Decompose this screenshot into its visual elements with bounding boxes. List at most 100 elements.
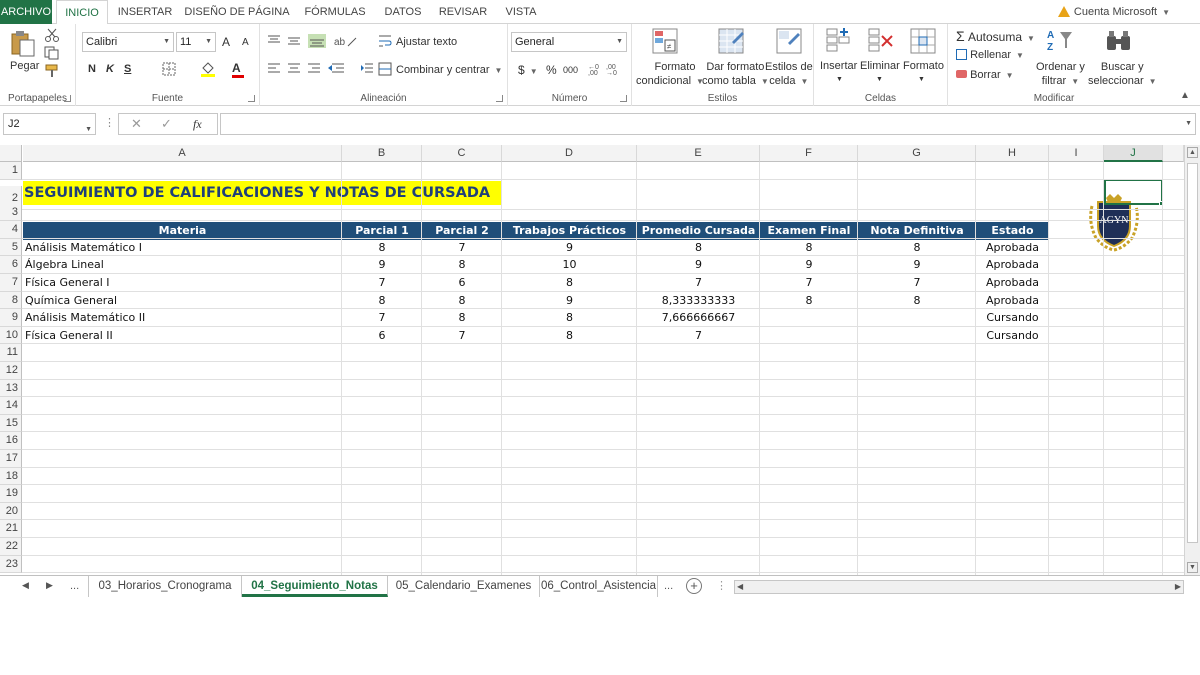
next-sheet-icon[interactable]: ▶	[46, 580, 53, 591]
prev-sheet-icon[interactable]: ◀	[22, 580, 29, 591]
confirm-icon[interactable]: ✓	[161, 116, 172, 132]
horizontal-scrollbar[interactable]: ◀ ▶	[734, 580, 1184, 594]
tab-insertar[interactable]: INSERTAR	[112, 0, 178, 24]
wrap-text-button[interactable]: Ajustar texto	[396, 36, 457, 48]
formula-input[interactable]: ▼	[220, 113, 1196, 135]
subject-cell[interactable]: Física General I	[25, 274, 340, 292]
more-sheets-right[interactable]: ...	[664, 580, 673, 592]
sort-filter-icon[interactable]: AZ	[1046, 28, 1074, 54]
table-cell[interactable]: 9	[639, 256, 758, 274]
tab-formulas[interactable]: FÓRMULAS	[296, 0, 374, 24]
table-cell[interactable]	[860, 309, 974, 327]
table-cell[interactable]	[762, 309, 856, 327]
cancel-icon[interactable]: ✕	[131, 116, 142, 132]
vertical-align-icons[interactable]	[266, 34, 330, 48]
select-all-corner[interactable]	[0, 145, 22, 162]
underline-button[interactable]: S	[124, 63, 131, 75]
spreadsheet-grid[interactable]: SEGUIMIENTO DE CALIFICACIONES Y NOTAS DE…	[0, 145, 1184, 575]
table-cell[interactable]: 8	[424, 292, 500, 310]
dialog-launcher-icon[interactable]	[64, 95, 71, 102]
row-header-5[interactable]: 5	[0, 238, 22, 257]
cell-styles-icon[interactable]	[776, 28, 802, 54]
table-cell[interactable]: 8	[424, 256, 500, 274]
fill-color-icon[interactable]	[200, 60, 216, 78]
table-cell[interactable]: 9	[860, 256, 974, 274]
table-cell[interactable]: 10	[504, 256, 635, 274]
more-options-icon[interactable]: ⋮	[104, 116, 115, 129]
table-cell[interactable]: 6	[344, 327, 420, 345]
row-header-6[interactable]: 6	[0, 256, 22, 274]
table-cell[interactable]: 7,666666667	[639, 309, 758, 327]
column-header-g[interactable]: G	[858, 145, 976, 162]
row-header-20[interactable]: 20	[0, 502, 22, 521]
table-cell[interactable]: Aprobada	[978, 239, 1047, 257]
row-header-13[interactable]: 13	[0, 379, 22, 398]
scroll-right-icon[interactable]: ▶	[1175, 582, 1181, 591]
table-cell[interactable]: 8,333333333	[639, 292, 758, 310]
table-cell[interactable]: 7	[639, 274, 758, 292]
row-header-11[interactable]: 11	[0, 344, 22, 362]
column-header-j[interactable]: J	[1104, 145, 1163, 162]
font-size-select[interactable]: 11 ▼	[176, 32, 216, 52]
row-header-15[interactable]: 15	[0, 414, 22, 433]
subject-cell[interactable]: Análisis Matemático II	[25, 309, 340, 327]
row-header-14[interactable]: 14	[0, 397, 22, 415]
tab-vista[interactable]: VISTA	[498, 0, 544, 24]
table-cell[interactable]: 8	[504, 327, 635, 345]
row-header-3[interactable]: 3	[0, 203, 22, 222]
table-cell[interactable]: 8	[344, 239, 420, 257]
subject-cell[interactable]: Química General	[25, 292, 340, 310]
table-cell[interactable]: 8	[860, 292, 974, 310]
delete-cells-button[interactable]: Eliminar	[860, 60, 900, 72]
row-header-7[interactable]: 7	[0, 274, 22, 292]
format-as-table-button[interactable]: Dar formato como tabla ▼	[702, 60, 769, 89]
vertical-scrollbar[interactable]: ▲ ▼	[1184, 145, 1200, 575]
fill-button[interactable]: Rellenar ▼	[956, 49, 1024, 61]
bold-button[interactable]: N	[88, 63, 96, 75]
decimal-icons[interactable]: ←0,00,00→0	[588, 62, 624, 76]
font-name-select[interactable]: Calibri ▼	[82, 32, 174, 52]
name-box[interactable]: J2 ▼	[3, 113, 96, 135]
account-menu[interactable]: Cuenta Microsoft ▼	[1057, 0, 1170, 24]
wrap-text-icon[interactable]	[378, 34, 392, 48]
conditional-format-button[interactable]: Formato condicional ▼	[636, 60, 704, 89]
row-header-9[interactable]: 9	[0, 309, 22, 327]
tab-inicio[interactable]: INICIO	[56, 0, 108, 25]
row-header-22[interactable]: 22	[0, 538, 22, 556]
row-header-21[interactable]: 21	[0, 520, 22, 538]
table-cell[interactable]	[860, 327, 974, 345]
table-cell[interactable]: 8	[504, 274, 635, 292]
tab-revisar[interactable]: REVISAR	[432, 0, 494, 24]
autosum-button[interactable]: Σ Autosuma ▼	[956, 28, 1035, 44]
cell-styles-button[interactable]: Estilos de celda ▼	[765, 60, 813, 89]
horizontal-align-icons[interactable]	[266, 62, 356, 76]
percent-button[interactable]: %	[546, 63, 557, 77]
subject-cell[interactable]: Análisis Matemático I	[25, 239, 340, 257]
table-cell[interactable]: 8	[762, 292, 856, 310]
sheet-tab-seguimiento[interactable]: 04_Seguimiento_Notas	[242, 576, 388, 597]
copy-icon[interactable]	[44, 46, 60, 60]
column-header-i[interactable]: I	[1049, 145, 1104, 162]
row-header-4[interactable]: 4	[0, 221, 22, 239]
dialog-launcher-icon[interactable]	[620, 95, 627, 102]
table-cell[interactable]: 7	[344, 309, 420, 327]
table-cell[interactable]: 8	[639, 239, 758, 257]
table-cell[interactable]: 9	[504, 239, 635, 257]
column-header-a[interactable]: A	[23, 145, 342, 162]
column-header-d[interactable]: D	[502, 145, 637, 162]
sheet-tab-calendario[interactable]: 05_Calendario_Examenes	[388, 576, 540, 597]
dialog-launcher-icon[interactable]	[248, 95, 255, 102]
scroll-up-icon[interactable]: ▲	[1187, 147, 1198, 158]
clear-button[interactable]: Borrar ▼	[956, 69, 1014, 81]
row-header-23[interactable]: 23	[0, 555, 22, 574]
conditional-format-icon[interactable]: ≠	[652, 28, 678, 54]
tab-diseno-pagina[interactable]: DISEÑO DE PÁGINA	[182, 0, 292, 24]
table-cell[interactable]: Aprobada	[978, 292, 1047, 310]
sheet-tab-horarios[interactable]: 03_Horarios_Cronograma	[88, 576, 242, 597]
column-header-f[interactable]: F	[760, 145, 858, 162]
scroll-left-icon[interactable]: ◀	[737, 582, 743, 591]
row-header-12[interactable]: 12	[0, 362, 22, 380]
table-cell[interactable]: 7	[762, 274, 856, 292]
table-cell[interactable]: 7	[860, 274, 974, 292]
format-cells-icon[interactable]	[910, 28, 936, 54]
